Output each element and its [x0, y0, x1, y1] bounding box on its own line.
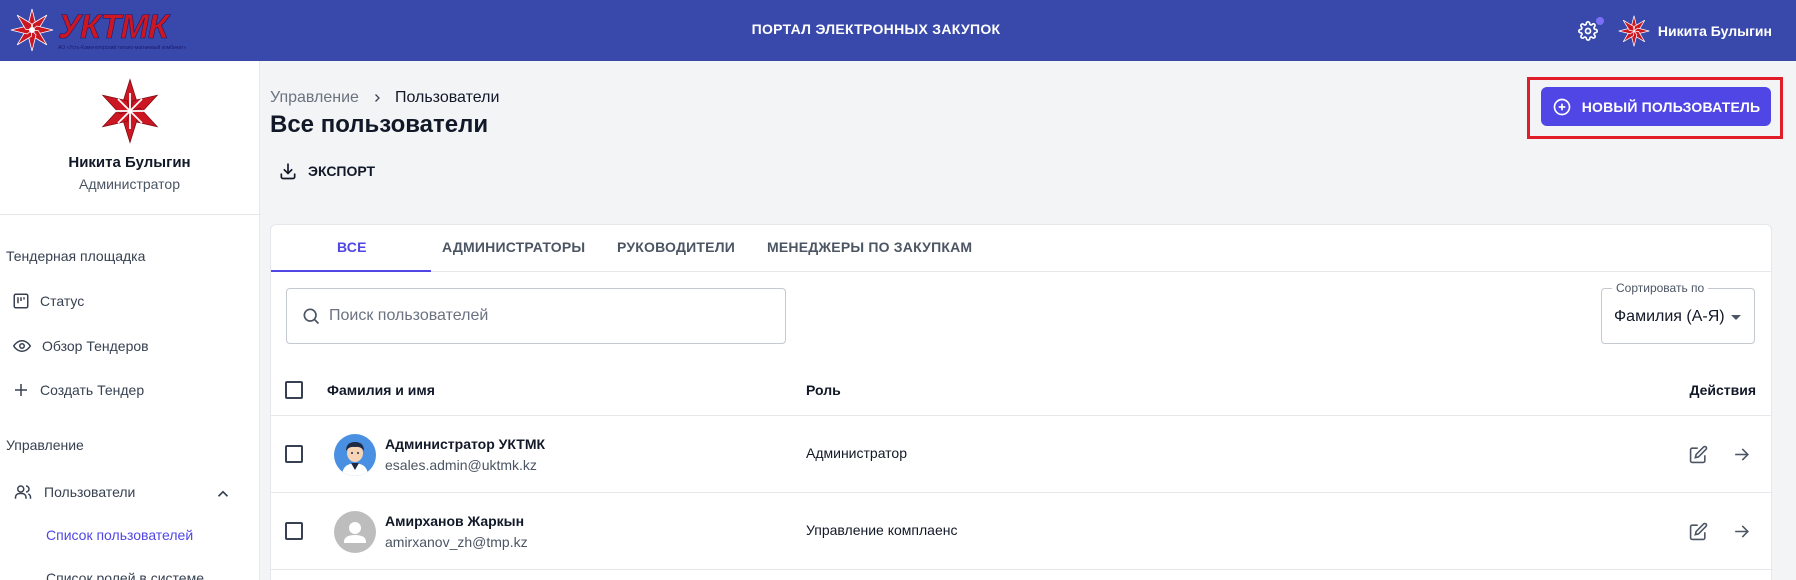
sidebar-subitem-user-list[interactable]: Список пользователей [46, 527, 193, 543]
users-icon [14, 485, 32, 499]
sidebar-item-users[interactable]: Пользователи [12, 483, 135, 501]
eye-icon [12, 339, 32, 353]
profile-name: Никита Булыгин [68, 154, 191, 171]
select-all-checkbox[interactable] [285, 381, 303, 399]
sort-value: Фамилия (А-Я) [1614, 308, 1725, 325]
chevron-right-icon [375, 94, 380, 102]
table-row[interactable]: Амирханов Жаркын amirxanov_zh@tmp.kz Упр… [271, 493, 1771, 570]
settings-button[interactable] [1576, 16, 1604, 43]
breadcrumb-item-management[interactable]: Управление [270, 89, 359, 107]
column-header-role: Роль [806, 382, 841, 398]
breadcrumb: Управление Пользователи [270, 89, 499, 107]
open-button[interactable] [1730, 443, 1752, 465]
row-checkbox[interactable] [285, 445, 303, 463]
profile-role: Администратор [78, 176, 180, 192]
download-icon [280, 163, 296, 180]
sidebar: Никита Булыгин Администратор Тендерная п… [0, 61, 260, 580]
portal-title: ПОРТАЛ ЭЛЕКТРОННЫХ ЗАКУПОК [751, 21, 1001, 37]
sort-label: Сортировать по [1612, 281, 1709, 295]
new-user-label: НОВЫЙ ПОЛЬЗОВАТЕЛЬ [1581, 98, 1761, 115]
user-avatar-logo-icon [1618, 15, 1650, 46]
export-label: ЭКСПОРТ [308, 163, 376, 179]
tab-managers[interactable]: РУКОВОДИТЕЛИ [617, 239, 735, 255]
user-menu[interactable]: Никита Булыгин [1618, 15, 1772, 47]
edit-icon [1689, 445, 1707, 463]
users-card: ВСЕ АДМИНИСТРАТОРЫ РУКОВОДИТЕЛИ МЕНЕДЖЕР… [270, 224, 1772, 580]
table-header: Фамилия и имя Роль Действия [271, 364, 1771, 416]
search-icon [303, 308, 320, 325]
arrow-right-icon [1734, 524, 1749, 538]
board-icon [13, 293, 29, 309]
sidebar-item-label: Пользователи [44, 484, 136, 500]
user-name: Администратор УКТМК [385, 436, 546, 452]
active-tab-indicator [271, 270, 431, 272]
column-header-name: Фамилия и имя [327, 382, 435, 398]
tab-all[interactable]: ВСЕ [337, 239, 367, 255]
user-name: Амирханов Жаркын [385, 513, 525, 529]
row-checkbox[interactable] [285, 522, 303, 540]
user-role: Администратор [806, 445, 908, 461]
sidebar-item-status[interactable]: Статус [12, 292, 84, 310]
sidebar-item-label: Создать Тендер [40, 382, 145, 398]
top-user-name: Никита Булыгин [1657, 22, 1772, 39]
sidebar-item-label: Обзор Тендеров [42, 338, 149, 354]
sidebar-item-tender-overview[interactable]: Обзор Тендеров [12, 337, 149, 355]
user-email: esales.admin@uktmk.kz [385, 457, 537, 473]
profile-logo-icon [101, 78, 158, 144]
sort-select[interactable]: Сортировать по Фамилия (А-Я) [1601, 281, 1755, 344]
edit-button[interactable] [1687, 443, 1709, 465]
section-title-management: Управление [6, 437, 84, 453]
search-field[interactable] [286, 288, 786, 344]
tab-procurement-managers[interactable]: МЕНЕДЖЕРЫ ПО ЗАКУПКАМ [767, 239, 972, 255]
table-row[interactable]: Администратор УКТМК esales.admin@uktmk.k… [271, 416, 1771, 493]
arrow-right-icon [1734, 447, 1749, 461]
default-avatar [334, 511, 376, 553]
top-bar: УКТМК АО «Усть-Каменогорский титано-магн… [0, 0, 1796, 61]
column-header-actions: Действия [1689, 382, 1756, 398]
sidebar-item-create-tender[interactable]: Создать Тендер [12, 381, 144, 399]
search-input[interactable] [329, 307, 769, 325]
breadcrumb-item-users: Пользователи [394, 89, 500, 106]
notification-dot [1595, 16, 1604, 25]
gear-icon [1577, 20, 1598, 41]
logo-subtitle: АО «Усть-Каменогорский титано-магниевый … [58, 44, 187, 51]
plus-icon [15, 384, 27, 396]
tab-administrators[interactable]: АДМИНИСТРАТОРЫ [442, 239, 585, 255]
export-button[interactable]: ЭКСПОРТ [278, 161, 375, 181]
sidebar-item-label: Статус [40, 293, 85, 309]
open-button[interactable] [1730, 520, 1752, 542]
sidebar-profile: Никита Булыгин Администратор [0, 61, 259, 215]
section-title-tender: Тендерная площадка [6, 248, 146, 264]
user-role: Управление комплаенс [806, 522, 958, 538]
edit-icon [1689, 522, 1707, 540]
highlight-box: НОВЫЙ ПОЛЬЗОВАТЕЛЬ [1527, 77, 1783, 139]
dropdown-arrow-icon [1731, 315, 1741, 320]
page-title: Все пользователи [270, 111, 489, 138]
new-user-button[interactable]: НОВЫЙ ПОЛЬЗОВАТЕЛЬ [1541, 87, 1771, 126]
chevron-up-icon[interactable] [214, 485, 232, 503]
person-avatar [334, 434, 376, 476]
sidebar-subitem-role-list[interactable]: Список ролей в системе [46, 570, 204, 580]
user-email: amirxanov_zh@tmp.kz [385, 534, 528, 550]
edit-button[interactable] [1687, 520, 1709, 542]
add-circle-icon [1553, 98, 1571, 115]
tabs: ВСЕ АДМИНИСТРАТОРЫ РУКОВОДИТЕЛИ МЕНЕДЖЕР… [271, 225, 1771, 272]
